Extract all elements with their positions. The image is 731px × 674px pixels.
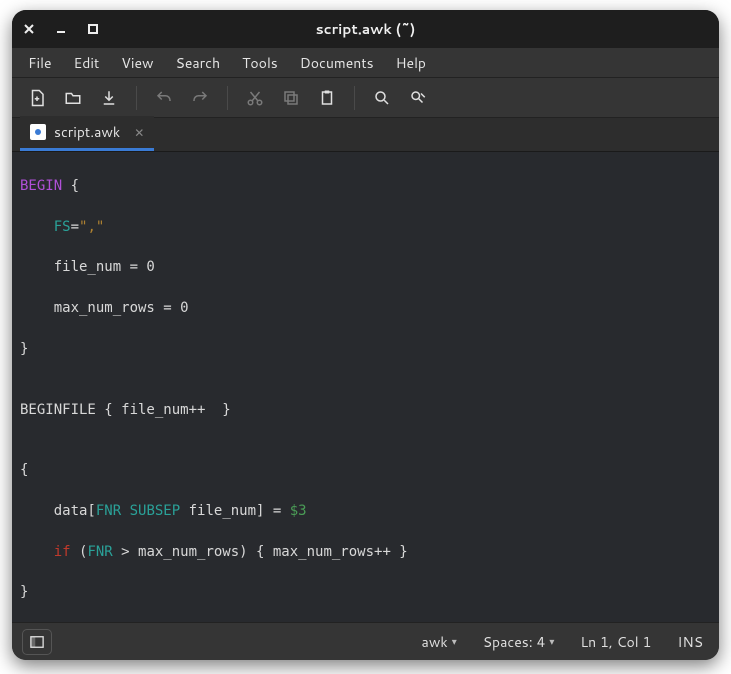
code-token: "," bbox=[79, 219, 104, 235]
toolbar-separator bbox=[227, 86, 228, 110]
mode-label: INS bbox=[677, 632, 703, 652]
paste-icon[interactable] bbox=[314, 85, 340, 111]
cursor-position[interactable]: Ln 1, Col 1 bbox=[574, 630, 657, 654]
toolbar bbox=[12, 78, 719, 118]
new-file-icon[interactable] bbox=[24, 85, 50, 111]
tab-script[interactable]: script.awk ✕ bbox=[20, 116, 154, 151]
code-line: } bbox=[16, 339, 719, 359]
statusbar: awk ▾ Spaces: 4 ▾ Ln 1, Col 1 INS bbox=[12, 622, 719, 660]
cut-icon[interactable] bbox=[242, 85, 268, 111]
code-token: FNR bbox=[96, 503, 121, 519]
spaces-selector[interactable]: Spaces: 4 ▾ bbox=[477, 630, 561, 654]
maximize-icon[interactable] bbox=[86, 22, 100, 36]
insert-mode[interactable]: INS bbox=[671, 630, 709, 654]
close-icon[interactable] bbox=[22, 22, 36, 36]
code-token: data[ bbox=[20, 503, 96, 519]
redo-icon[interactable] bbox=[187, 85, 213, 111]
window-controls bbox=[22, 22, 100, 36]
code-token: $3 bbox=[290, 503, 307, 519]
open-file-icon[interactable] bbox=[60, 85, 86, 111]
code-token: = bbox=[71, 219, 79, 235]
sidebar-toggle-icon[interactable] bbox=[22, 629, 52, 655]
code-line: { bbox=[16, 460, 719, 480]
code-token bbox=[20, 219, 54, 235]
menu-documents[interactable]: Documents bbox=[290, 50, 384, 76]
search-icon[interactable] bbox=[369, 85, 395, 111]
chevron-down-icon: ▾ bbox=[549, 635, 554, 649]
window-title: script.awk (~) bbox=[12, 19, 719, 39]
code-token: SUBSEP bbox=[130, 503, 181, 519]
code-token: if bbox=[54, 544, 71, 560]
menu-file[interactable]: File bbox=[18, 50, 62, 76]
position-label: Ln 1, Col 1 bbox=[580, 632, 651, 652]
editor-window: script.awk (~) File Edit View Search Too… bbox=[12, 10, 719, 660]
lang-selector[interactable]: awk ▾ bbox=[416, 630, 463, 654]
minimize-icon[interactable] bbox=[54, 22, 68, 36]
menubar: File Edit View Search Tools Documents He… bbox=[12, 48, 719, 78]
code-token: > max_num_rows) { max_num_rows++ } bbox=[113, 544, 408, 560]
menu-search[interactable]: Search bbox=[166, 50, 231, 76]
spaces-label: Spaces: 4 bbox=[483, 632, 546, 652]
titlebar: script.awk (~) bbox=[12, 10, 719, 48]
code-token bbox=[20, 544, 54, 560]
toolbar-separator bbox=[136, 86, 137, 110]
code-line: BEGINFILE { file_num++ } bbox=[16, 400, 719, 420]
code-token: ( bbox=[71, 544, 88, 560]
code-line: max_num_rows = 0 bbox=[16, 298, 719, 318]
code-editor[interactable]: BEGIN { FS="," file_num = 0 max_num_rows… bbox=[12, 152, 719, 622]
replace-icon[interactable] bbox=[405, 85, 431, 111]
tab-label: script.awk bbox=[54, 122, 120, 142]
toolbar-separator bbox=[354, 86, 355, 110]
code-token: FS bbox=[54, 219, 71, 235]
code-line: } bbox=[16, 582, 719, 602]
code-line: file_num = 0 bbox=[16, 257, 719, 277]
undo-icon[interactable] bbox=[151, 85, 177, 111]
lang-label: awk bbox=[422, 632, 448, 652]
save-icon[interactable] bbox=[96, 85, 122, 111]
code-token: { bbox=[62, 178, 79, 194]
code-token: BEGIN bbox=[20, 178, 62, 194]
tabbar: script.awk ✕ bbox=[12, 118, 719, 152]
menu-edit[interactable]: Edit bbox=[64, 50, 110, 76]
code-token bbox=[121, 503, 129, 519]
file-icon bbox=[30, 124, 46, 140]
menu-view[interactable]: View bbox=[111, 50, 163, 76]
menu-help[interactable]: Help bbox=[386, 50, 436, 76]
menu-tools[interactable]: Tools bbox=[232, 50, 288, 76]
chevron-down-icon: ▾ bbox=[452, 635, 457, 649]
code-token: file_num] = bbox=[180, 503, 290, 519]
copy-icon[interactable] bbox=[278, 85, 304, 111]
close-tab-icon[interactable]: ✕ bbox=[134, 124, 144, 141]
code-token: FNR bbox=[87, 544, 112, 560]
